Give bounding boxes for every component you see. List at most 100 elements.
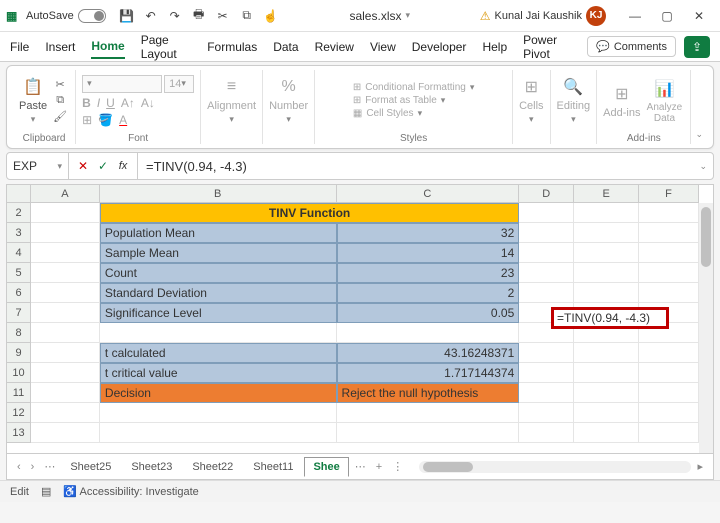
cell[interactable]: 0.05 bbox=[337, 303, 520, 323]
format-painter-icon[interactable]: 🖌 bbox=[51, 110, 69, 124]
cell[interactable]: Reject the null hypothesis bbox=[337, 383, 520, 403]
cell[interactable] bbox=[31, 323, 100, 343]
comments-button[interactable]: 💬 Comments bbox=[587, 36, 676, 57]
cell[interactable]: 1.717144374 bbox=[337, 363, 520, 383]
cell[interactable] bbox=[31, 303, 100, 323]
row-header[interactable]: 8 bbox=[7, 323, 30, 343]
cell[interactable] bbox=[31, 223, 100, 243]
col-header-d[interactable]: D bbox=[519, 185, 574, 202]
cell[interactable]: Decision bbox=[100, 383, 337, 403]
cell[interactable] bbox=[337, 423, 520, 443]
cell[interactable] bbox=[639, 223, 699, 243]
save-icon[interactable]: 💾 bbox=[118, 7, 136, 25]
italic-icon[interactable]: I bbox=[97, 96, 100, 110]
row-header[interactable]: 11 bbox=[7, 383, 30, 403]
row-header[interactable]: 3 bbox=[7, 223, 30, 243]
cell[interactable] bbox=[31, 363, 100, 383]
cell[interactable] bbox=[31, 343, 100, 363]
cell[interactable] bbox=[639, 263, 699, 283]
tab-powerpivot[interactable]: Power Pivot bbox=[523, 29, 571, 65]
format-as-table-button[interactable]: ⊞ Format as Table ▾ bbox=[353, 95, 475, 106]
row-header[interactable]: 10 bbox=[7, 363, 30, 383]
row-header[interactable]: 2 bbox=[7, 203, 30, 223]
horizontal-scrollbar[interactable] bbox=[419, 461, 691, 473]
cell[interactable] bbox=[337, 403, 520, 423]
fill-color-icon[interactable]: 🪣 bbox=[98, 113, 113, 127]
cell[interactable] bbox=[639, 363, 699, 383]
tab-pagelayout[interactable]: Page Layout bbox=[141, 29, 192, 65]
row-header[interactable]: 7 bbox=[7, 303, 30, 323]
cut-icon[interactable]: ✂ bbox=[51, 78, 69, 92]
cell[interactable]: 2 bbox=[337, 283, 520, 303]
increase-font-icon[interactable]: A↑ bbox=[121, 96, 135, 110]
cell[interactable]: 23 bbox=[337, 263, 520, 283]
sheet-tab-active[interactable]: Shee bbox=[304, 457, 348, 477]
col-header-b[interactable]: B bbox=[100, 185, 337, 202]
cell[interactable] bbox=[639, 343, 699, 363]
cell[interactable] bbox=[574, 283, 639, 303]
undo-icon[interactable]: ↶ bbox=[142, 7, 160, 25]
copy-icon[interactable]: ⧉ bbox=[51, 94, 69, 108]
cell[interactable] bbox=[574, 243, 639, 263]
row-header[interactable]: 5 bbox=[7, 263, 30, 283]
cell[interactable] bbox=[574, 263, 639, 283]
cell[interactable] bbox=[639, 423, 699, 443]
user-account[interactable]: Kunal Jai Kaushik KJ bbox=[495, 6, 606, 26]
cell[interactable] bbox=[639, 203, 699, 223]
vertical-scrollbar[interactable] bbox=[699, 203, 713, 453]
tab-options-icon[interactable]: ⋮ bbox=[388, 460, 407, 473]
cell[interactable] bbox=[100, 423, 337, 443]
document-title[interactable]: sales.xlsx ▾ bbox=[349, 9, 410, 23]
cell[interactable] bbox=[519, 243, 574, 263]
tab-insert[interactable]: Insert bbox=[45, 36, 75, 58]
decrease-font-icon[interactable]: A↓ bbox=[141, 96, 155, 110]
warning-icon[interactable]: ⚠ bbox=[480, 9, 491, 23]
row-header[interactable]: 13 bbox=[7, 423, 30, 443]
toggle-switch-icon[interactable] bbox=[78, 9, 106, 23]
scrollbar-thumb[interactable] bbox=[423, 462, 473, 472]
close-icon[interactable]: ✕ bbox=[684, 7, 714, 25]
number-button[interactable]: % Number ▾ bbox=[269, 76, 308, 125]
cell[interactable] bbox=[31, 383, 100, 403]
worksheet-grid[interactable]: A B C D E F 2 3 4 5 6 7 8 9 10 11 12 13 … bbox=[6, 184, 714, 454]
cell[interactable]: Count bbox=[100, 263, 337, 283]
maximize-icon[interactable]: ▢ bbox=[652, 7, 682, 25]
cell[interactable] bbox=[100, 403, 337, 423]
stats-icon[interactable]: ▤ bbox=[41, 485, 51, 498]
tab-help[interactable]: Help bbox=[482, 36, 507, 58]
minimize-icon[interactable]: — bbox=[620, 7, 650, 25]
tab-view[interactable]: View bbox=[370, 36, 396, 58]
bold-icon[interactable]: B bbox=[82, 96, 91, 110]
cell[interactable] bbox=[639, 283, 699, 303]
cell[interactable] bbox=[337, 323, 520, 343]
cell[interactable] bbox=[100, 323, 337, 343]
tab-developer[interactable]: Developer bbox=[412, 36, 467, 58]
cell[interactable] bbox=[31, 263, 100, 283]
cancel-formula-icon[interactable]: ✕ bbox=[75, 159, 91, 173]
font-size-select[interactable]: 14 ▾ bbox=[164, 75, 194, 93]
cell[interactable]: Standard Deviation bbox=[100, 283, 337, 303]
accessibility-status[interactable]: ♿ Accessibility: Investigate bbox=[63, 485, 198, 498]
cell[interactable] bbox=[31, 203, 100, 223]
print-icon[interactable]: 🖶 bbox=[190, 7, 208, 25]
cell[interactable]: Significance Level bbox=[100, 303, 337, 323]
cell[interactable] bbox=[519, 383, 574, 403]
addins-button[interactable]: ⊞ Add-ins bbox=[603, 83, 640, 119]
underline-icon[interactable]: U bbox=[106, 96, 115, 110]
formula-input[interactable]: =TINV(0.94, -4.3) bbox=[138, 159, 693, 174]
paste-button[interactable]: 📋 Paste ▾ bbox=[19, 76, 47, 125]
cell[interactable] bbox=[574, 343, 639, 363]
name-box[interactable]: EXP ▾ bbox=[7, 153, 69, 179]
cell[interactable]: Sample Mean bbox=[100, 243, 337, 263]
row-header[interactable]: 9 bbox=[7, 343, 30, 363]
cell[interactable]: t critical value bbox=[100, 363, 337, 383]
touch-icon[interactable]: ☝ bbox=[262, 7, 280, 25]
cells-button[interactable]: ⊞ Cells ▾ bbox=[519, 76, 543, 125]
row-header[interactable]: 12 bbox=[7, 403, 30, 423]
cell[interactable] bbox=[519, 223, 574, 243]
col-header-a[interactable]: A bbox=[31, 185, 100, 202]
fx-icon[interactable]: fx bbox=[115, 160, 131, 172]
cell-header[interactable]: TINV Function bbox=[100, 203, 519, 223]
sheet-tab[interactable]: Sheet23 bbox=[122, 457, 181, 477]
cell[interactable] bbox=[519, 203, 574, 223]
